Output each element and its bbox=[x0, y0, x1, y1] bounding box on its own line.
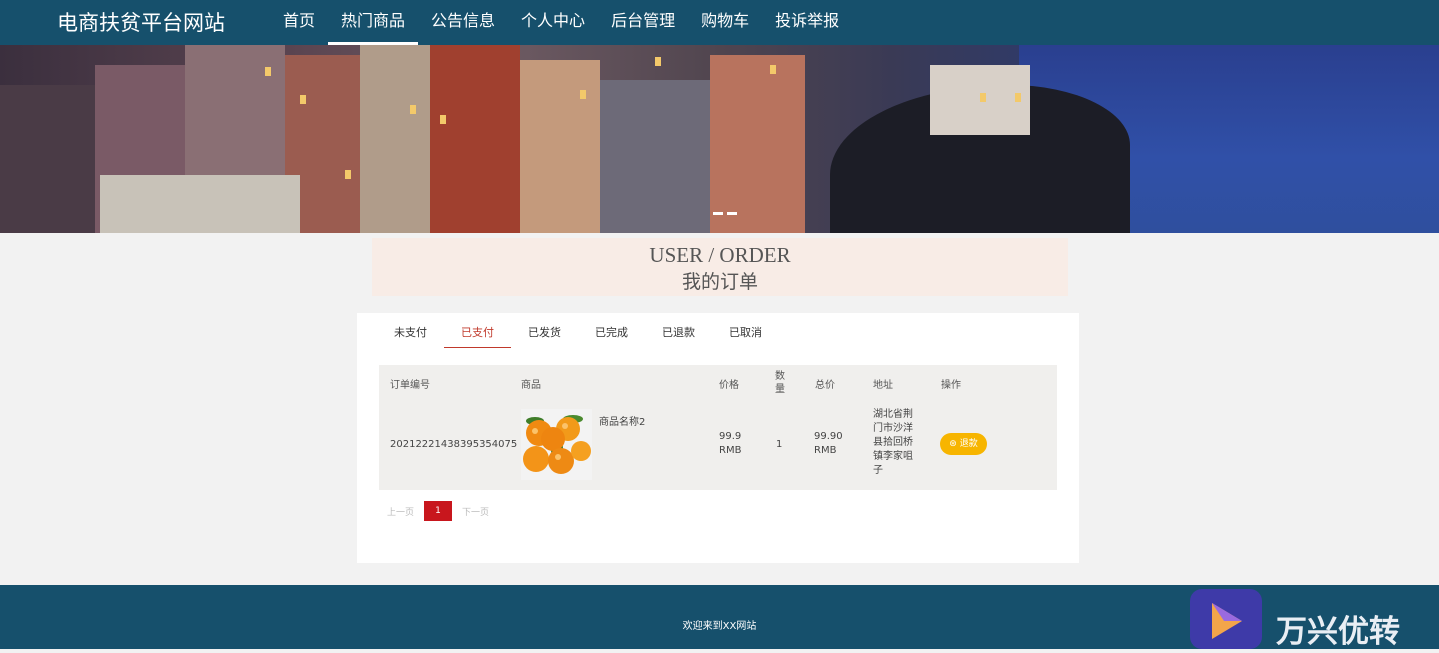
pagination: 上一页 1 下一页 bbox=[387, 501, 489, 521]
column-header-qty: 数量 bbox=[775, 371, 785, 395]
tab-cancelled[interactable]: 已取消 bbox=[712, 321, 779, 347]
order-heading-chinese: 我的订单 bbox=[681, 271, 758, 293]
banner-window bbox=[410, 105, 416, 114]
banner-building bbox=[360, 45, 430, 233]
banner-window bbox=[440, 115, 446, 124]
column-header-action: 操作 bbox=[941, 380, 961, 391]
banner-building bbox=[430, 45, 520, 233]
banner-window bbox=[265, 67, 271, 76]
banner-window bbox=[345, 170, 351, 179]
product-image[interactable] bbox=[521, 409, 592, 480]
order-table: 订单编号 商品 价格 数量 总价 地址 操作 20212221438395354… bbox=[379, 365, 1057, 490]
banner-window bbox=[980, 93, 986, 102]
play-icon bbox=[1212, 603, 1242, 639]
banner-building bbox=[600, 80, 710, 233]
next-page-button[interactable]: 下一页 bbox=[462, 505, 489, 518]
carousel-dot[interactable] bbox=[727, 212, 737, 215]
carousel-dot[interactable] bbox=[713, 212, 723, 215]
carousel-indicators bbox=[713, 212, 737, 215]
refund-label: 退款 bbox=[959, 439, 978, 449]
nav-item-admin[interactable]: 后台管理 bbox=[598, 0, 688, 45]
tab-paid[interactable]: 已支付 bbox=[444, 321, 511, 348]
watermark-text: 万兴优转 bbox=[1276, 614, 1400, 650]
banner-window bbox=[300, 95, 306, 104]
hero-banner bbox=[0, 45, 1439, 233]
column-header-address: 地址 bbox=[873, 380, 893, 391]
banner-window bbox=[770, 65, 776, 74]
total-price: 99.90 RMB bbox=[814, 431, 843, 456]
top-navbar: 电商扶贫平台网站 首页 热门商品 公告信息 个人中心 后台管理 购物车 投诉举报 bbox=[0, 0, 1439, 45]
tab-shipped[interactable]: 已发货 bbox=[511, 321, 578, 347]
product-name[interactable]: 商品名称2 bbox=[599, 416, 645, 430]
banner-building bbox=[0, 85, 95, 233]
nav-item-hot-products[interactable]: 热门商品 bbox=[328, 0, 419, 45]
quantity: 1 bbox=[776, 439, 783, 450]
refund-icon: ⊛ bbox=[949, 439, 960, 449]
banner-building bbox=[710, 55, 805, 233]
order-number: 20212221438395354075 bbox=[390, 439, 518, 450]
tab-completed[interactable]: 已完成 bbox=[578, 321, 645, 347]
shipping-address: 湖北省荆门市沙洋县拾回桥镇李家咀子 bbox=[873, 409, 913, 476]
column-header-price: 价格 bbox=[719, 380, 739, 391]
site-title[interactable]: 电商扶贫平台网站 bbox=[57, 7, 225, 37]
nav-item-personal-center[interactable]: 个人中心 bbox=[508, 0, 598, 45]
main-nav: 首页 热门商品 公告信息 个人中心 后台管理 购物车 投诉举报 bbox=[270, 0, 852, 45]
column-header-total: 总价 bbox=[815, 380, 835, 391]
banner-window bbox=[1015, 93, 1021, 102]
banner-window bbox=[580, 90, 586, 99]
nav-item-complaints[interactable]: 投诉举报 bbox=[762, 0, 852, 45]
nav-item-announcements[interactable]: 公告信息 bbox=[418, 0, 508, 45]
order-section-header: USER / ORDER 我的订单 bbox=[372, 238, 1068, 296]
banner-building bbox=[100, 175, 300, 233]
page-number-current[interactable]: 1 bbox=[424, 501, 453, 521]
refund-button[interactable]: ⊛ 退款 bbox=[940, 433, 987, 455]
nav-item-cart[interactable]: 购物车 bbox=[688, 0, 762, 45]
prev-page-button[interactable]: 上一页 bbox=[387, 505, 414, 518]
nav-item-home[interactable]: 首页 bbox=[270, 0, 328, 45]
tab-unpaid[interactable]: 未支付 bbox=[377, 321, 444, 347]
order-heading-english: USER / ORDER bbox=[649, 243, 791, 267]
column-header-order-no: 订单编号 bbox=[390, 380, 430, 391]
column-header-product: 商品 bbox=[521, 380, 541, 391]
order-panel: 未支付 已支付 已发货 已完成 已退款 已取消 订单编号 商品 价格 数量 总价… bbox=[357, 313, 1079, 563]
orange-fruit-image bbox=[521, 409, 592, 480]
tab-refunded[interactable]: 已退款 bbox=[645, 321, 712, 347]
unit-price: 99.9 RMB bbox=[719, 431, 742, 456]
banner-building bbox=[520, 60, 600, 233]
banner-window bbox=[655, 57, 661, 66]
watermark-logo bbox=[1190, 589, 1262, 649]
order-status-tabs: 未支付 已支付 已发货 已完成 已退款 已取消 bbox=[377, 321, 779, 348]
